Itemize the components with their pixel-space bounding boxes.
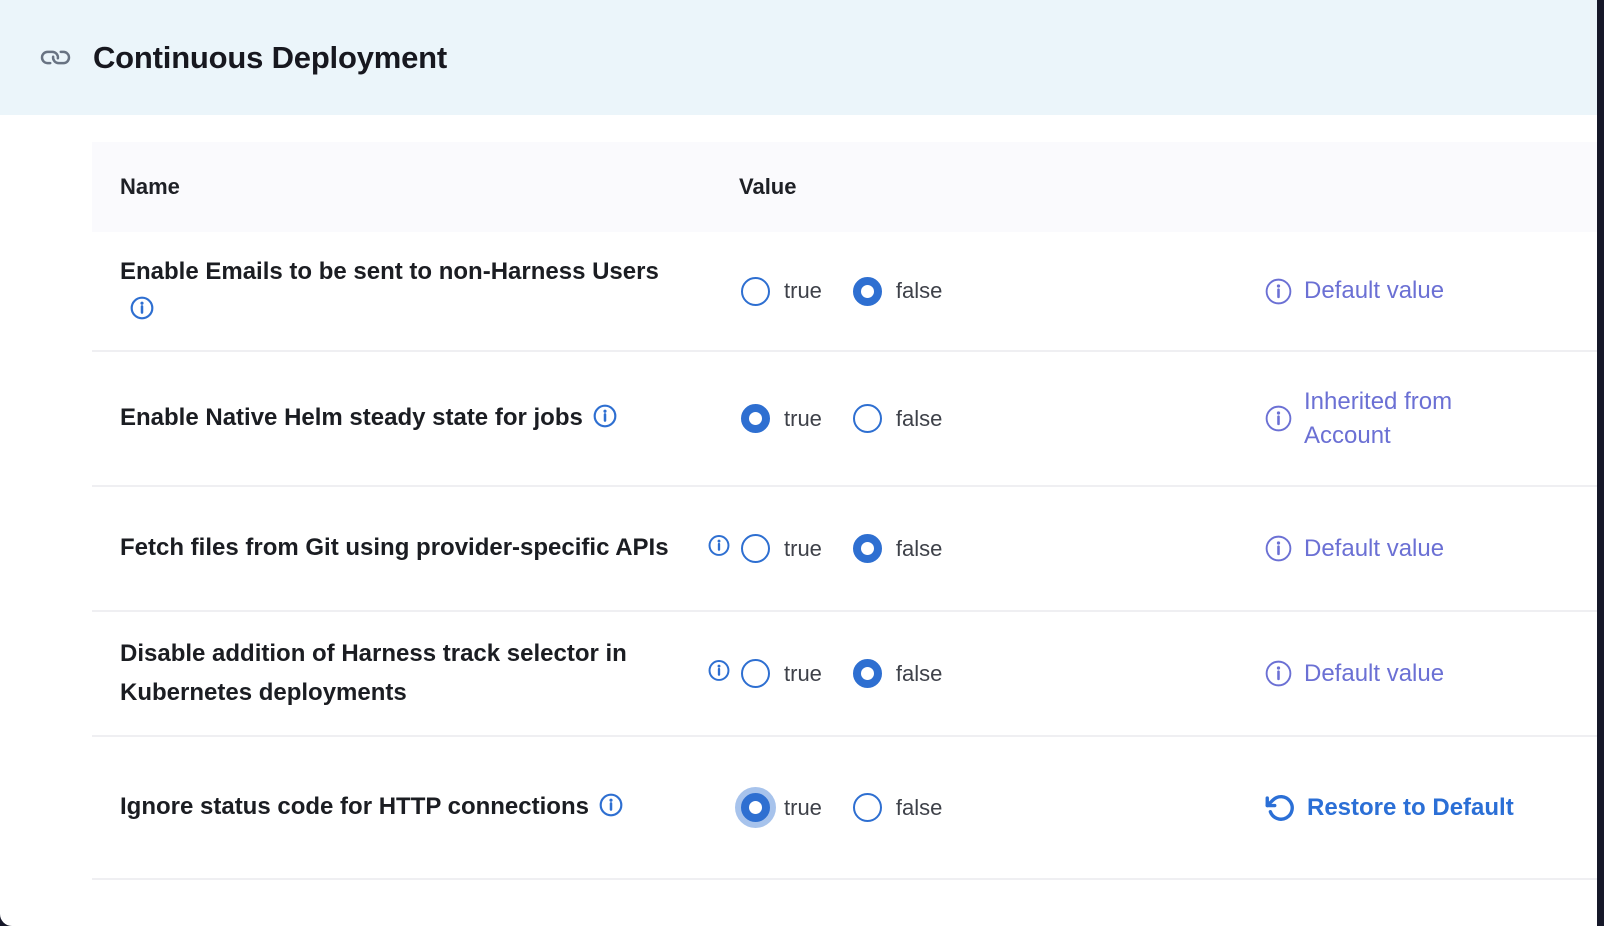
radio-false[interactable] (853, 404, 882, 433)
radio-option-true[interactable]: true (741, 277, 822, 306)
setting-name: Enable Native Helm steady state for jobs (120, 404, 583, 431)
setting-status-cell: Default value (1265, 274, 1597, 308)
table-row: Ignore status code for HTTP connections … (92, 737, 1597, 880)
setting-status-cell: Default value (1265, 532, 1597, 566)
table-row: Enable Native Helm steady state for jobs… (92, 352, 1597, 487)
status-label: Default value (1304, 532, 1444, 566)
setting-name: Enable Emails to be sent to non-Harness … (120, 258, 659, 285)
radio-option-false[interactable]: false (853, 659, 942, 688)
page-title: Continuous Deployment (93, 40, 447, 76)
info-icon[interactable] (708, 659, 730, 681)
info-icon[interactable] (708, 534, 730, 556)
link-icon[interactable] (36, 38, 74, 76)
setting-value-cell: true false (705, 534, 1265, 563)
column-header-name: Name (120, 174, 705, 200)
setting-name-cell: Enable Native Helm steady state for jobs (120, 399, 705, 437)
radio-false[interactable] (853, 277, 882, 306)
radio-true[interactable] (741, 404, 770, 433)
setting-value-cell: true false (705, 277, 1265, 306)
radio-option-true[interactable]: true (741, 404, 822, 433)
setting-value-cell: true false (705, 659, 1265, 688)
setting-status-cell: Default value (1265, 657, 1597, 691)
status-info-icon (1265, 405, 1292, 432)
radio-label-true: true (784, 536, 822, 562)
table-row: Fetch files from Git using provider-spec… (92, 487, 1597, 612)
radio-label-false: false (896, 661, 942, 687)
status-label[interactable]: Restore to Default (1307, 791, 1514, 825)
table-header-row: Name Value (92, 142, 1597, 232)
info-icon[interactable] (599, 793, 623, 817)
status-info-icon (1265, 278, 1292, 305)
setting-value-cell: true false (705, 404, 1265, 433)
setting-name-cell: Ignore status code for HTTP connections (120, 788, 705, 826)
settings-table: Name Value Enable Emails to be sent to n… (92, 142, 1597, 880)
radio-true[interactable] (741, 277, 770, 306)
radio-true[interactable] (741, 534, 770, 563)
status-label: Inherited from Account (1304, 385, 1514, 452)
radio-label-true: true (784, 661, 822, 687)
radio-option-true[interactable]: true (741, 793, 822, 822)
radio-option-false[interactable]: false (853, 277, 942, 306)
radio-option-false[interactable]: false (853, 404, 942, 433)
setting-status-cell: Inherited from Account (1265, 385, 1597, 452)
status-label: Default value (1304, 657, 1444, 691)
setting-name-cell: Disable addition of Harness track select… (120, 635, 705, 712)
radio-true[interactable] (741, 659, 770, 688)
radio-false[interactable] (853, 793, 882, 822)
radio-false[interactable] (853, 534, 882, 563)
radio-option-true[interactable]: true (741, 534, 822, 563)
radio-label-false: false (896, 278, 942, 304)
setting-name: Fetch files from Git using provider-spec… (120, 534, 669, 561)
info-icon[interactable] (593, 404, 617, 428)
status-info-icon (1265, 660, 1292, 687)
radio-option-true[interactable]: true (741, 659, 822, 688)
column-header-value: Value (705, 174, 1265, 200)
table-row: Enable Emails to be sent to non-Harness … (92, 232, 1597, 352)
status-info-icon (1265, 535, 1292, 562)
setting-name: Disable addition of Harness track select… (120, 640, 627, 705)
section-header: Continuous Deployment (0, 0, 1597, 115)
radio-option-false[interactable]: false (853, 534, 942, 563)
table-body: Enable Emails to be sent to non-Harness … (92, 232, 1597, 880)
settings-panel: Continuous Deployment Name Value Enable … (0, 0, 1597, 926)
status-label: Default value (1304, 274, 1444, 308)
table-row: Disable addition of Harness track select… (92, 612, 1597, 737)
radio-option-false[interactable]: false (853, 793, 942, 822)
radio-label-true: true (784, 406, 822, 432)
radio-true[interactable] (741, 793, 770, 822)
restore-icon[interactable] (1265, 793, 1295, 823)
radio-label-false: false (896, 536, 942, 562)
setting-name: Ignore status code for HTTP connections (120, 793, 589, 820)
radio-label-true: true (784, 278, 822, 304)
setting-status-cell: Restore to Default (1265, 791, 1597, 825)
radio-label-true: true (784, 795, 822, 821)
setting-name-cell: Fetch files from Git using provider-spec… (120, 529, 705, 567)
info-icon[interactable] (130, 296, 154, 320)
radio-label-false: false (896, 795, 942, 821)
radio-false[interactable] (853, 659, 882, 688)
setting-name-cell: Enable Emails to be sent to non-Harness … (120, 253, 705, 330)
radio-label-false: false (896, 406, 942, 432)
setting-value-cell: true false (705, 793, 1265, 822)
